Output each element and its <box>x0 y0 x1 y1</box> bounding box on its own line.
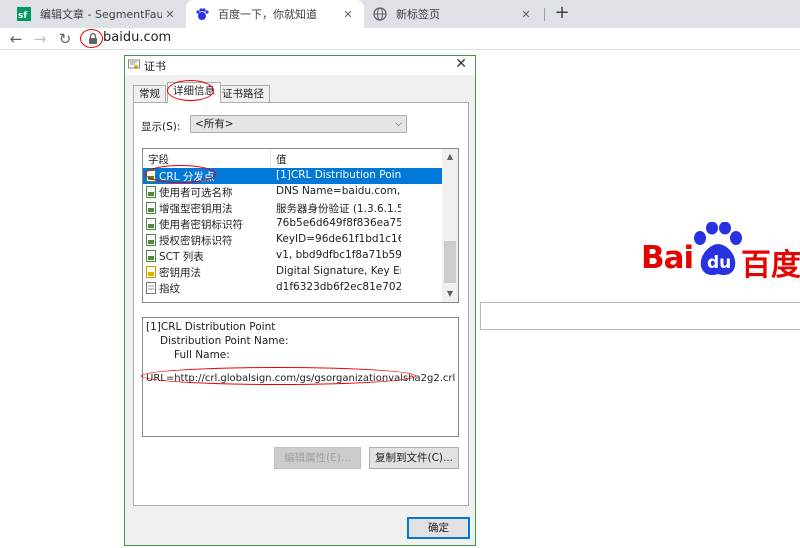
field-value: Digital Signature, Key Enc... <box>276 265 401 277</box>
list-row[interactable]: 使用者密钥标识符 76b5e6d649f8f836ea75a9... <box>143 216 443 232</box>
lock-icon[interactable] <box>88 33 98 44</box>
address-bar[interactable]: baidu.com <box>103 30 171 45</box>
certificate-field-icon <box>146 250 156 262</box>
baidu-logo[interactable]: Bai du 百度 <box>641 220 800 283</box>
field-name: 授权密钥标识符 <box>159 235 233 247</box>
tab-title: 新标签页 <box>396 8 440 21</box>
certificate-field-icon <box>146 170 156 182</box>
certificate-field-icon <box>146 202 156 214</box>
close-icon[interactable]: ✕ <box>162 8 178 21</box>
show-dropdown[interactable]: <所有> ⌵ <box>190 115 407 133</box>
column-divider <box>270 149 271 168</box>
document-icon <box>146 282 156 294</box>
detail-line: [1]CRL Distribution Point <box>146 321 276 333</box>
reload-icon[interactable]: ↻ <box>55 29 75 49</box>
list-header: 字段 值 <box>143 149 443 168</box>
field-name: 增强型密钥用法 <box>159 203 233 215</box>
detail-line: Distribution Point Name: <box>160 335 289 347</box>
tab-title: 编辑文章 - SegmentFault 思否 <box>40 8 162 21</box>
browser-toolbar: ← → ↻ baidu.com <box>0 28 800 50</box>
fields-list[interactable]: 字段 值 CRL 分发点 [1]CRL Distribution Point: … <box>142 148 459 303</box>
tab-new[interactable]: 新标签页 ✕ <box>364 0 542 28</box>
field-name: SCT 列表 <box>159 251 204 263</box>
list-row[interactable]: 增强型密钥用法 服务器身份验证 (1.3.6.1.5.5... <box>143 200 443 216</box>
svg-text:sf: sf <box>18 11 27 21</box>
tab-separator <box>544 8 545 21</box>
close-icon[interactable]: ✕ <box>518 8 534 21</box>
ok-button[interactable]: 确定 <box>407 517 470 539</box>
scrollbar-thumb[interactable] <box>444 241 456 283</box>
scroll-up-icon[interactable]: ▲ <box>442 149 458 165</box>
back-arrow-icon[interactable]: ← <box>6 29 26 49</box>
scroll-down-icon[interactable]: ▼ <box>442 286 458 302</box>
logo-text-baidu-cn: 百度 <box>741 248 800 283</box>
field-name: 使用者可选名称 <box>159 187 233 199</box>
dialog-title-bar: 证书 ✕ <box>125 56 475 75</box>
field-value: 76b5e6d649f8f836ea75a9... <box>276 217 401 229</box>
field-value: 服务器身份验证 (1.3.6.1.5.5... <box>276 203 401 215</box>
certificate-dialog: 证书 ✕ 常规 详细信息 证书路径 显示(S): <所有> ⌵ 字段 值 CRL… <box>124 55 476 546</box>
tab-segmentfault[interactable]: sf 编辑文章 - SegmentFault 思否 ✕ <box>8 0 186 28</box>
search-input[interactable] <box>480 302 800 330</box>
field-value: v1, bbd9dfbc1f8a71b593... <box>276 249 401 261</box>
certificate-field-icon <box>146 186 156 198</box>
tab-cert-path[interactable]: 证书路径 <box>216 85 270 102</box>
tab-strip: sf 编辑文章 - SegmentFault 思否 ✕ 百度一下，你就知道 ✕ … <box>0 0 800 28</box>
close-icon[interactable]: ✕ <box>455 56 467 72</box>
field-detail-textbox[interactable]: [1]CRL Distribution Point Distribution P… <box>142 317 459 437</box>
segmentfault-icon: sf <box>16 6 32 22</box>
logo-text-du: du <box>707 253 732 273</box>
edit-properties-button[interactable]: 编辑属性(E)... <box>274 447 361 469</box>
dialog-title: 证书 <box>144 60 166 73</box>
critical-extension-icon <box>146 266 156 278</box>
list-scrollbar[interactable]: ▲ ▼ <box>442 149 458 302</box>
baidu-paw-icon <box>194 6 210 22</box>
list-row[interactable]: 密钥用法 Digital Signature, Key Enc... <box>143 264 443 280</box>
close-icon[interactable]: ✕ <box>340 8 356 21</box>
chevron-down-icon: ⌵ <box>395 119 402 129</box>
list-row[interactable]: 使用者可选名称 DNS Name=baidu.com, ... <box>143 184 443 200</box>
field-name: 密钥用法 <box>159 267 201 279</box>
column-header-value[interactable]: 值 <box>276 152 287 167</box>
field-name: 使用者密钥标识符 <box>159 219 243 231</box>
field-value: DNS Name=baidu.com, ... <box>276 185 401 197</box>
copy-to-file-button[interactable]: 复制到文件(C)... <box>369 447 459 469</box>
list-row[interactable]: CRL 分发点 [1]CRL Distribution Point: ... <box>143 168 443 184</box>
forward-arrow-icon[interactable]: → <box>30 29 50 49</box>
new-tab-button[interactable]: + <box>552 3 572 23</box>
column-header-field[interactable]: 字段 <box>148 152 169 167</box>
field-name: CRL 分发点 <box>159 171 215 183</box>
show-dropdown-value: <所有> <box>195 118 234 130</box>
show-label: 显示(S): <box>141 121 181 133</box>
certificate-field-icon <box>146 218 156 230</box>
tab-details[interactable]: 详细信息 <box>167 82 221 103</box>
field-value: KeyID=96de61f1bd1c162... <box>276 233 401 245</box>
globe-icon <box>372 6 388 22</box>
tab-baidu[interactable]: 百度一下，你就知道 ✕ <box>186 0 364 28</box>
certificate-icon <box>128 59 140 69</box>
tab-general[interactable]: 常规 <box>133 85 166 102</box>
list-row[interactable]: 指纹 d1f6323db6f2ec81e70236... <box>143 280 443 296</box>
list-row[interactable]: SCT 列表 v1, bbd9dfbc1f8a71b593... <box>143 248 443 264</box>
field-value: [1]CRL Distribution Point: ... <box>276 169 401 181</box>
certificate-field-icon <box>146 234 156 246</box>
logo-text-bai: Bai <box>641 240 694 276</box>
field-value: d1f6323db6f2ec81e70236... <box>276 281 401 293</box>
detail-line: Full Name: <box>174 349 230 361</box>
tab-title: 百度一下，你就知道 <box>218 8 317 21</box>
field-name: 指纹 <box>159 283 180 295</box>
list-row[interactable]: 授权密钥标识符 KeyID=96de61f1bd1c162... <box>143 232 443 248</box>
detail-line: URL=http://crl.globalsign.com/gs/gsorgan… <box>146 373 456 384</box>
